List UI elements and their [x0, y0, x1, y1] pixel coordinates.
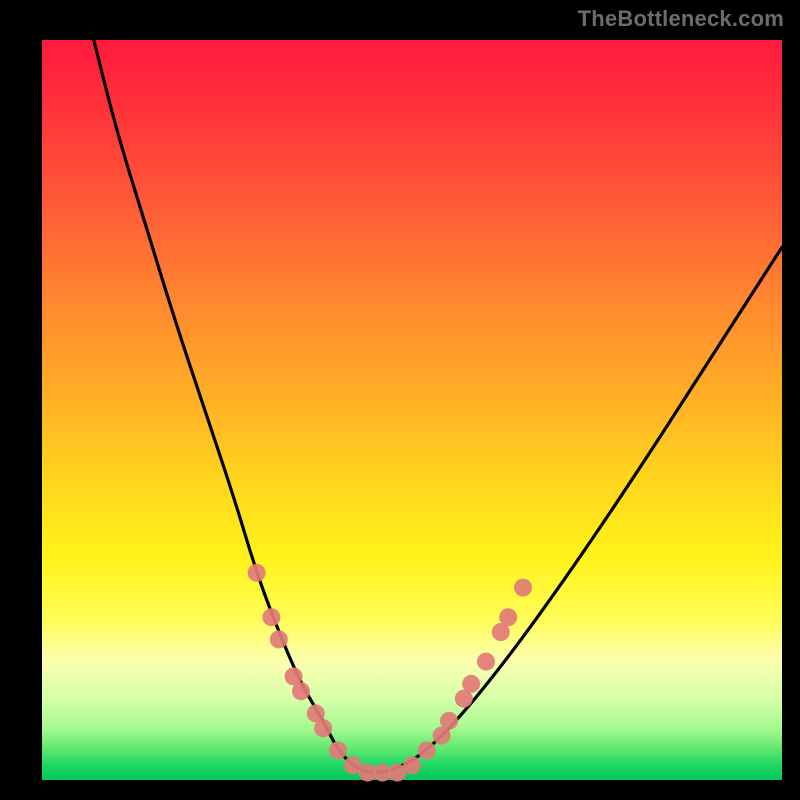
chart-svg — [42, 40, 782, 780]
sample-point — [292, 682, 310, 700]
sample-point — [270, 630, 288, 648]
sample-point — [514, 579, 532, 597]
sample-point — [262, 608, 280, 626]
sample-point — [418, 741, 436, 759]
sample-point — [314, 719, 332, 737]
sample-point — [329, 741, 347, 759]
sample-point — [499, 608, 517, 626]
bottleneck-curve — [94, 40, 782, 773]
sample-point — [403, 756, 421, 774]
sample-point — [440, 712, 458, 730]
plot-area — [42, 40, 782, 780]
sample-point — [462, 675, 480, 693]
sample-points — [248, 564, 532, 782]
sample-point — [477, 653, 495, 671]
sample-point — [248, 564, 266, 582]
chart-frame: TheBottleneck.com — [0, 0, 800, 800]
watermark-label: TheBottleneck.com — [578, 6, 784, 32]
